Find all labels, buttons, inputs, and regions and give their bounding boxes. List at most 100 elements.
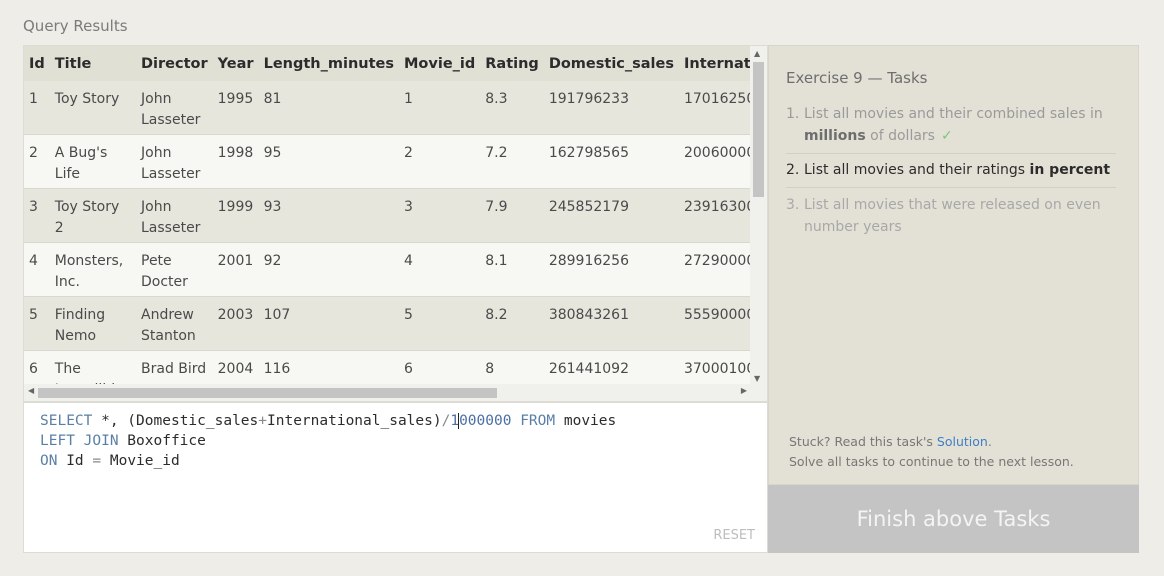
cell-rating: 7.9 [480, 188, 544, 243]
cell-year: 2004 [212, 350, 259, 386]
cell-international-sales: 170162503 [678, 81, 751, 135]
cell-year: 2003 [212, 296, 259, 351]
task-text-bold: in percent [1029, 162, 1111, 178]
sql-operator: + [258, 413, 267, 429]
cell-id: 2 [24, 134, 50, 189]
cell-title: Monsters, Inc. [49, 242, 136, 297]
cell-international-sales: 555900000 [678, 296, 751, 351]
sql-editor[interactable]: SELECT *, (Domestic_sales+International_… [23, 402, 768, 553]
results-table-viewport[interactable]: Id Title Director Year Length_minutes Mo… [24, 46, 751, 386]
checkmark-icon: ✓ [940, 128, 953, 144]
task-number: 1. [786, 106, 800, 122]
column-header: Year [212, 46, 259, 81]
task-number: 2. [786, 162, 800, 178]
code-line: SELECT *, (Domestic_sales+International_… [40, 411, 616, 431]
cell-title: A Bug's Life [49, 134, 136, 189]
cell-length: 93 [258, 188, 399, 243]
tasks-title: Exercise 9 — Tasks [786, 69, 928, 87]
cell-international-sales: 272900000 [678, 242, 751, 297]
cell-length: 116 [258, 350, 399, 386]
cell-length: 81 [258, 81, 399, 135]
cell-international-sales: 200600000 [678, 134, 751, 189]
cell-rating: 8.2 [480, 296, 544, 351]
query-results-panel: Id Title Director Year Length_minutes Mo… [23, 45, 768, 402]
finish-tasks-button[interactable]: Finish above Tasks [768, 485, 1139, 553]
cell-length: 95 [258, 134, 399, 189]
sql-text: Boxoffice [118, 433, 206, 449]
table-row: 3 Toy Story 2 John Lasseter 1999 93 3 7.… [24, 188, 751, 243]
cell-id: 3 [24, 188, 50, 243]
vertical-scroll-thumb[interactable] [753, 62, 764, 197]
cell-director: Andrew Stanton [136, 296, 213, 351]
cell-title: The Incredibles [49, 350, 136, 386]
sql-keyword: SELECT [40, 413, 93, 429]
sql-keyword: FROM [520, 413, 556, 429]
cell-id: 1 [24, 81, 50, 135]
cell-domestic-sales: 261441092 [543, 350, 679, 386]
cell-movie-id: 2 [399, 134, 481, 189]
sql-code[interactable]: SELECT *, (Domestic_sales+International_… [40, 411, 616, 471]
scroll-down-arrow-icon[interactable]: ▼ [754, 374, 760, 383]
scroll-up-arrow-icon[interactable]: ▲ [754, 49, 760, 58]
task-list: 1. List all movies and their combined sa… [786, 101, 1116, 244]
sql-number: 000000 [458, 413, 512, 429]
cell-movie-id: 3 [399, 188, 481, 243]
cell-title: Finding Nemo [49, 296, 136, 351]
scroll-left-arrow-icon[interactable]: ◀ [28, 386, 34, 395]
help-text: Stuck? Read this task's Solution. Solve … [789, 432, 1074, 472]
cell-domestic-sales: 380843261 [543, 296, 679, 351]
cell-year: 1995 [212, 81, 259, 135]
cell-director: Pete Docter [136, 242, 213, 297]
sql-text: International_sales) [267, 413, 442, 429]
column-header: Director [136, 46, 213, 81]
table-row: 4 Monsters, Inc. Pete Docter 2001 92 4 8… [24, 242, 751, 297]
sql-text: Movie_id [101, 453, 180, 469]
table-header-row: Id Title Director Year Length_minutes Mo… [24, 46, 751, 81]
cell-domestic-sales: 162798565 [543, 134, 679, 189]
tasks-panel: Exercise 9 — Tasks 1. List all movies an… [768, 45, 1139, 485]
cell-id: 4 [24, 242, 50, 297]
sql-operator: = [92, 453, 102, 469]
task-text: List all movies and their combined sales… [804, 103, 1116, 147]
column-header: Domestic_sales [543, 46, 679, 81]
column-header: Rating [480, 46, 544, 81]
cell-title: Toy Story [49, 81, 136, 135]
cell-director: John Lasseter [136, 134, 213, 189]
cell-movie-id: 5 [399, 296, 481, 351]
sql-keyword: LEFT JOIN [40, 433, 119, 449]
cell-year: 1998 [212, 134, 259, 189]
cell-international-sales: 370001000 [678, 350, 751, 386]
scroll-right-arrow-icon[interactable]: ▶ [741, 386, 747, 395]
sql-text: movies [555, 413, 617, 429]
task-item-1: 1. List all movies and their combined sa… [786, 101, 1116, 154]
table-row: 2 A Bug's Life John Lasseter 1998 95 2 7… [24, 134, 751, 189]
cell-international-sales: 239163000 [678, 188, 751, 243]
task-text: List all movies and their ratings in per… [804, 159, 1110, 181]
cell-year: 1999 [212, 188, 259, 243]
sql-text: *, (Domestic_sales [92, 413, 259, 429]
cell-movie-id: 6 [399, 350, 481, 386]
task-item-3: 3. List all movies that were released on… [786, 188, 1116, 244]
table-row: 6 The Incredibles Brad Bird 2004 116 6 8… [24, 350, 751, 386]
cell-domestic-sales: 245852179 [543, 188, 679, 243]
cell-year: 2001 [212, 242, 259, 297]
cell-length: 92 [258, 242, 399, 297]
column-header: Id [24, 46, 50, 81]
reset-button[interactable]: RESET [713, 528, 755, 543]
task-text: List all movies that were released on ev… [804, 197, 1101, 235]
task-text-post: of dollars [865, 128, 935, 144]
query-results-title: Query Results [23, 17, 128, 35]
solution-link[interactable]: Solution [937, 434, 988, 449]
results-table: Id Title Director Year Length_minutes Mo… [24, 46, 751, 386]
cell-director: John Lasseter [136, 188, 213, 243]
task-number: 3. [786, 197, 800, 213]
horizontal-scroll-thumb[interactable] [38, 388, 497, 398]
help-line-2: Solve all tasks to continue to the next … [789, 454, 1074, 469]
vertical-scrollbar[interactable]: ▲ ▼ [750, 46, 767, 386]
code-line: ON Id = Movie_id [40, 451, 616, 471]
cell-length: 107 [258, 296, 399, 351]
cell-id: 6 [24, 350, 50, 386]
horizontal-scrollbar[interactable]: ◀ ▶ [24, 384, 751, 401]
code-line: LEFT JOIN Boxoffice [40, 431, 616, 451]
table-row: 5 Finding Nemo Andrew Stanton 2003 107 5… [24, 296, 751, 351]
